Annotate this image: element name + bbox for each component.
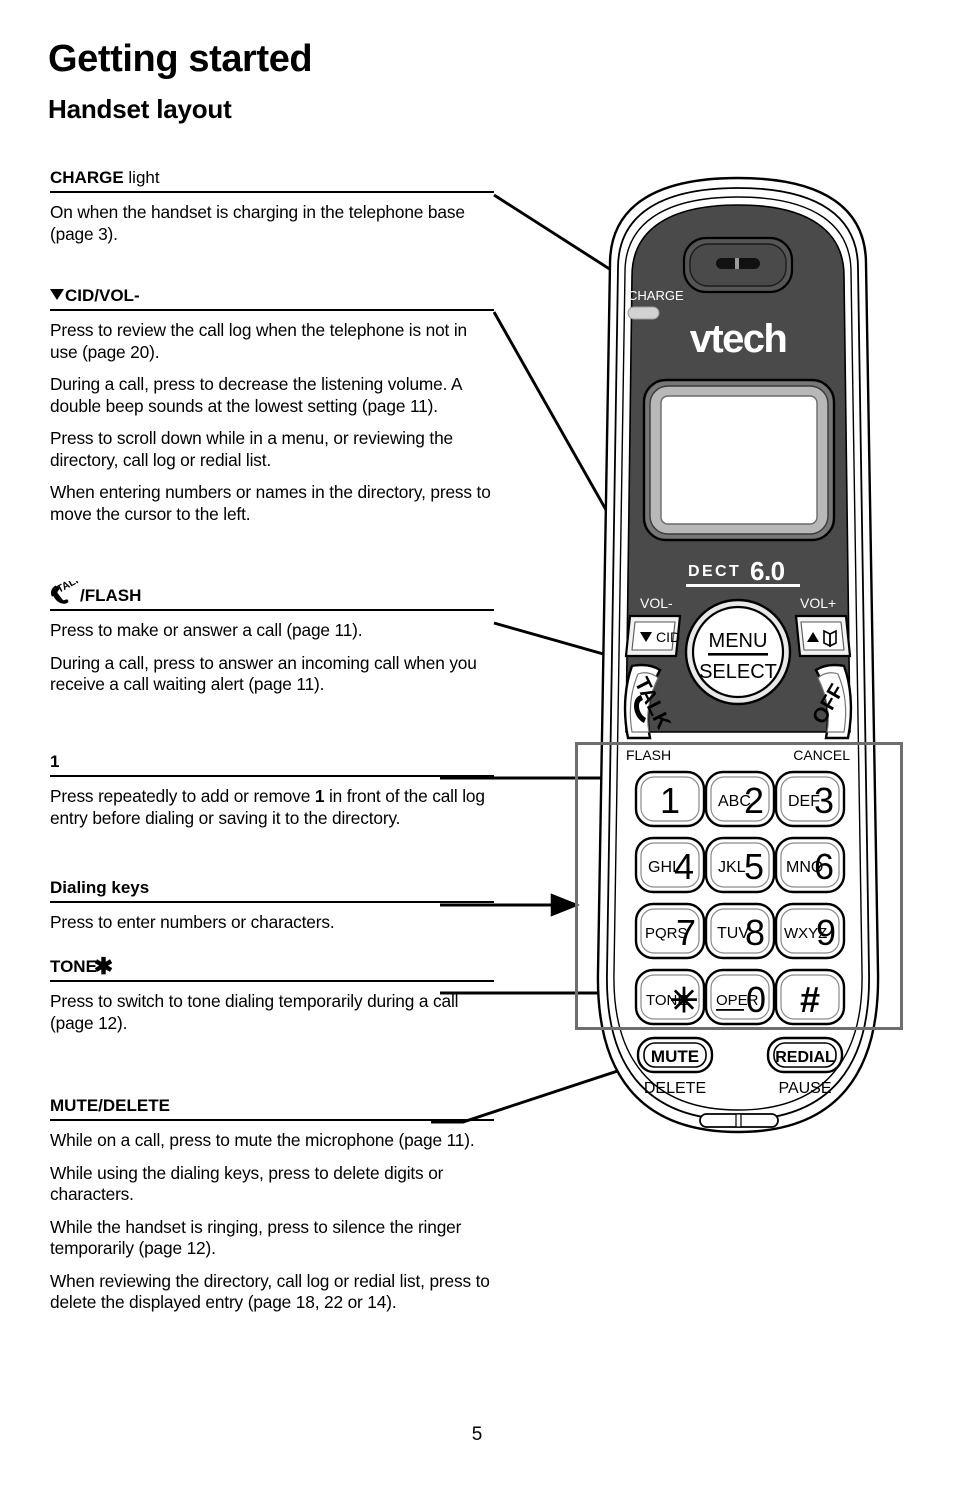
callout-key-one: 1 Press repeatedly to add or remove 1 in… bbox=[50, 752, 494, 829]
callout-heading: TALK /FLASH bbox=[50, 581, 494, 611]
section-title: Handset layout bbox=[48, 94, 232, 124]
directory-button-inner bbox=[800, 621, 845, 651]
pause-label: PAUSE bbox=[778, 1080, 831, 1097]
talk-handset-icon: TALK bbox=[50, 581, 84, 605]
dect-prefix-label: DECT bbox=[688, 563, 741, 580]
delete-label: DELETE bbox=[644, 1080, 706, 1097]
vol-down-label: VOL- bbox=[640, 595, 673, 611]
dect-underline bbox=[686, 584, 800, 587]
triangle-down-icon bbox=[50, 289, 64, 300]
callout-talk-flash: TALK /FLASH Press to make or answer a ca… bbox=[50, 581, 494, 696]
menu-label: MENU bbox=[709, 630, 768, 652]
redial-button-label: REDIAL bbox=[775, 1049, 835, 1066]
callout-tone-star: TONE✱ Press to switch to tone dialing te… bbox=[50, 955, 494, 1034]
callout-paragraph: During a call, press to answer an incomi… bbox=[50, 652, 477, 695]
callout-paragraph: Press to enter numbers or characters. bbox=[50, 912, 335, 932]
callout-paragraph: While on a call, press to mute the micro… bbox=[50, 1130, 475, 1150]
page-title: Getting started bbox=[48, 38, 313, 80]
callout-heading-bold: CID/VOL- bbox=[65, 286, 140, 305]
earpiece-slot-divider bbox=[735, 258, 739, 269]
microphone-slot-divider bbox=[735, 1113, 742, 1128]
menu-select-button[interactable] bbox=[691, 605, 785, 699]
menu-select-divider bbox=[708, 653, 768, 656]
callout-heading: Dialing keys bbox=[50, 878, 494, 903]
vol-up-label: VOL+ bbox=[800, 595, 836, 611]
mute-delete-button[interactable]: MUTE bbox=[636, 1036, 714, 1074]
callout-paragraph: Press repeatedly to add or remove 1 in f… bbox=[50, 786, 485, 828]
callout-cid-vol-down: CID/VOL- Press to review the call log wh… bbox=[50, 286, 494, 525]
charge-led bbox=[627, 306, 660, 320]
callout-mute-delete: MUTE/DELETE While on a call, press to mu… bbox=[50, 1096, 494, 1314]
callout-heading-bold: TONE bbox=[50, 957, 97, 976]
dect-version-label: 6.0 bbox=[750, 556, 785, 586]
callout-charge-light: CHARGE light On when the handset is char… bbox=[50, 168, 494, 245]
callout-paragraph: When entering numbers or names in the di… bbox=[50, 482, 491, 524]
callout-paragraph: On when the handset is charging in the t… bbox=[50, 202, 465, 244]
mute-button-label: MUTE bbox=[651, 1047, 699, 1066]
callout-paragraph: While using the dialing keys, press to d… bbox=[50, 1162, 444, 1205]
dialing-keys-highlight-box bbox=[575, 742, 903, 1030]
callout-paragraph: Press to switch to tone dialing temporar… bbox=[50, 991, 459, 1033]
callout-heading: TONE✱ bbox=[50, 955, 494, 982]
callout-heading: MUTE/DELETE bbox=[50, 1096, 494, 1121]
cid-button-label: CID bbox=[656, 629, 680, 645]
redial-pause-button[interactable]: REDIAL bbox=[766, 1036, 844, 1074]
callout-heading: CHARGE light bbox=[50, 168, 494, 193]
svg-text:TALK: TALK bbox=[55, 581, 84, 596]
lcd-screen bbox=[660, 395, 818, 525]
callout-heading-bold: CHARGE bbox=[50, 168, 124, 187]
callout-paragraph: Press to scroll down while in a menu, or… bbox=[50, 428, 453, 470]
callout-heading: CID/VOL- bbox=[50, 286, 494, 311]
charge-label: CHARGE bbox=[628, 288, 684, 303]
callout-heading: 1 bbox=[50, 752, 494, 777]
callout-paragraph: While the handset is ringing, press to s… bbox=[50, 1216, 462, 1259]
callout-paragraph: During a call, press to decrease the lis… bbox=[50, 374, 462, 416]
callout-dialing-keys: Dialing keys Press to enter numbers or c… bbox=[50, 878, 494, 934]
callout-paragraph: When reviewing the directory, call log o… bbox=[50, 1270, 490, 1313]
page-number: 5 bbox=[471, 1424, 483, 1445]
callout-paragraph: Press to make or answer a call (page 11)… bbox=[50, 620, 363, 640]
callout-heading-rest: light bbox=[123, 168, 160, 187]
vtech-logo: vtech bbox=[690, 317, 787, 361]
select-label: SELECT bbox=[699, 661, 777, 683]
callout-paragraph: Press to review the call log when the te… bbox=[50, 320, 468, 362]
callout-heading-bold: /FLASH bbox=[80, 586, 142, 605]
